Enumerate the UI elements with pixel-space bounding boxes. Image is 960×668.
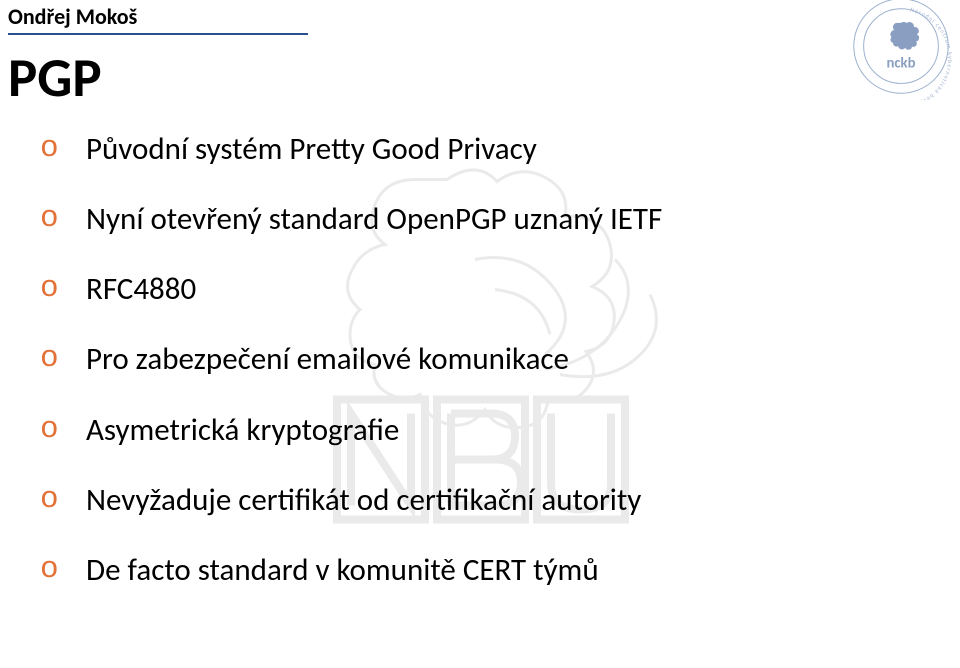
author-name: Ondřej Mokoš bbox=[8, 4, 308, 29]
bullet-marker: o bbox=[40, 551, 59, 589]
content: o Původní systém Pretty Good Privacy o Nyn… bbox=[40, 130, 900, 621]
bullet-item: o Asymetrická kryptografie bbox=[40, 411, 900, 449]
bullet-marker: o bbox=[40, 481, 59, 519]
nckb-badge: Národní centrum kybernetické bezpečnosti… bbox=[842, 0, 960, 100]
bullet-marker: o bbox=[40, 130, 59, 168]
bullet-item: o Nyní otevřený standard OpenPGP uznaný I… bbox=[40, 200, 900, 238]
bullet-marker: o bbox=[40, 270, 59, 308]
bullet-marker: o bbox=[40, 200, 59, 238]
bullet-text: Nevyžaduje certifikát od certifikační au… bbox=[86, 481, 641, 519]
bullet-item: o Pro zabezpečení emailové komunikace bbox=[40, 340, 900, 378]
bullet-marker: o bbox=[40, 411, 59, 449]
bullet-item: o RFC4880 bbox=[40, 270, 900, 308]
badge-acronym: nckb bbox=[886, 54, 915, 72]
bullet-text: De facto standard v komunitě CERT týmů bbox=[86, 551, 599, 589]
bullet-list: o Původní systém Pretty Good Privacy o Nyn… bbox=[40, 130, 900, 589]
bullet-item: o Původní systém Pretty Good Privacy bbox=[40, 130, 900, 168]
slide: Ondřej Mokoš PGP o Původní systém Pretty … bbox=[0, 0, 960, 668]
bullet-item: o De facto standard v komunitě CERT týmů bbox=[40, 551, 900, 589]
bullet-text: Pro zabezpečení emailové komunikace bbox=[86, 340, 569, 378]
bullet-text: Původní systém Pretty Good Privacy bbox=[86, 130, 537, 168]
bullet-text: Nyní otevřený standard OpenPGP uznaný IE… bbox=[86, 200, 662, 238]
author-block: Ondřej Mokoš bbox=[8, 4, 308, 35]
bullet-text: Asymetrická kryptografie bbox=[86, 411, 399, 449]
bullet-item: o Nevyžaduje certifikát od certifikační a… bbox=[40, 481, 900, 519]
bullet-marker: o bbox=[40, 340, 59, 378]
bullet-text: RFC4880 bbox=[86, 270, 196, 308]
page-title: PGP bbox=[8, 44, 102, 111]
